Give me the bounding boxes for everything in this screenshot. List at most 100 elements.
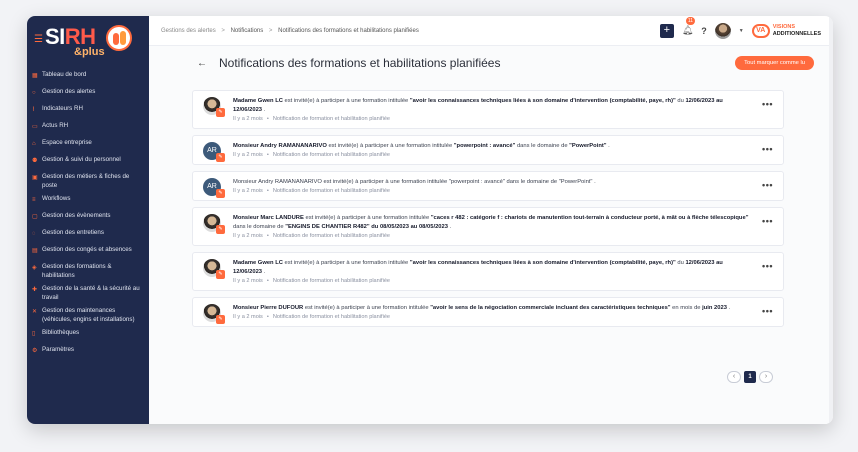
sidebar-item[interactable]: ⚙ Paramètres <box>27 344 149 361</box>
notification-card[interactable]: ✎ Monsieur Pierre DUFOUR est invité(e) à … <box>192 296 784 327</box>
logo-people-icon <box>106 25 132 51</box>
training-domain: "ENGINS DE CHANTIER R482" <box>285 223 370 230</box>
sidebar-item[interactable]: ◌ Gestion des entretiens <box>27 227 149 244</box>
notification-card[interactable]: ✎ Madame Gwen LC est invité(e) à particip… <box>192 90 784 129</box>
notification-type: Notification de formation et habilitatio… <box>272 115 391 122</box>
sidebar-item[interactable]: ✚ Gestion de la santé & la sécurité au tr… <box>27 283 149 305</box>
notification-card[interactable]: ✎ Madame Gwen LC est invité(e) à particip… <box>192 251 784 291</box>
message-text: . <box>606 142 610 149</box>
message-text: du <box>675 259 686 266</box>
sidebar-item[interactable]: ⌂ Espace entreprise <box>27 137 149 154</box>
notification-meta: Il y a 2 mois • Notification de formation … <box>233 314 753 320</box>
more-options-icon[interactable]: ••• <box>762 261 773 271</box>
employee-name: Madame Gwen LC <box>233 259 283 266</box>
sidebar-item-label: Gestion des maintenances (véhicules, eng… <box>42 306 135 323</box>
notification-meta: Il y a 2 mois • Notification de formation … <box>233 188 753 194</box>
notification-type: Notification de formation et habilitatio… <box>272 277 391 284</box>
mark-all-read-button[interactable]: Tout marquer comme lu <box>735 56 814 70</box>
notification-card[interactable]: ✎ Monsieur Marc LANDURE est invité(e) à p… <box>192 206 784 246</box>
training-badge-icon: ✎ <box>216 224 225 234</box>
sidebar-item-label: Gestion des alertes <box>42 88 96 95</box>
topbar-actions: + 🔔︎ 11 ? ▼ VA VISIONS ADDITIONNELLES <box>659 17 833 39</box>
training-title: "avoir les connaissances techniques liée… <box>409 98 676 104</box>
user-avatar[interactable] <box>714 22 731 39</box>
notification-card[interactable]: AR ✎ Monsieur Andry RAMANANARIVO est invit… <box>192 134 784 165</box>
app-window: ☰ SIRH &plus ▦ Tableau de bord ○ Gestion de… <box>27 16 833 424</box>
message-text: dans le domaine de <box>515 142 570 149</box>
breadcrumb-item-current: Notifications des formations et habilita… <box>278 27 419 34</box>
sidebar-item-label: Tableau de bord <box>42 71 87 78</box>
training-title: "avoir les connaissances techniques liée… <box>409 259 676 266</box>
menu-icon[interactable]: ☰ <box>34 34 43 45</box>
sidebar-item[interactable]: ≡ Workflows <box>27 193 149 210</box>
notifications-bell-icon[interactable]: 🔔︎ 11 <box>682 17 696 36</box>
message-text: est invité(e) à participer à une formati… <box>282 98 410 104</box>
separator-dot: • <box>266 232 269 239</box>
sidebar-item[interactable]: ▢ Gestion des évènements <box>27 210 149 227</box>
sidebar-item[interactable]: ▣ Gestion des métiers & fiches de poste <box>27 171 149 193</box>
sidebar-item[interactable]: ○ Gestion des alertes <box>27 86 149 103</box>
notification-time: Il y a 2 mois <box>233 115 263 122</box>
prev-page-button[interactable]: ‹ <box>727 371 741 383</box>
sidebar-item[interactable]: ⌇ Indicateurs RH <box>27 103 149 120</box>
breadcrumb-separator: > <box>221 27 225 34</box>
message-text: . <box>262 106 266 113</box>
employee-name: Monsieur Andry RAMANANARIVO <box>233 178 322 185</box>
notification-meta: Il y a 2 mois • Notification de formation … <box>233 116 753 122</box>
chart-icon: ⌇ <box>32 107 35 113</box>
page-header: ← Notifications des formations et habili… <box>149 46 833 80</box>
sidebar-item[interactable]: ▦ Tableau de bord <box>27 69 149 86</box>
message-text: dans le domaine de <box>233 223 286 230</box>
sidebar-item[interactable]: ⚉ Gestion & suivi du personnel <box>27 154 149 171</box>
next-page-button[interactable]: › <box>759 371 773 383</box>
message-text: dans le domaine de <box>504 178 559 185</box>
logo-plus: &plus <box>74 46 105 58</box>
sidebar-item-label: Workflows <box>42 194 71 202</box>
training-domain: "PowerPoint" <box>558 178 593 185</box>
notification-type: Notification de formation et habilitatio… <box>272 151 391 158</box>
workflow-icon: ≡ <box>32 196 36 203</box>
notification-list: ✎ Madame Gwen LC est invité(e) à particip… <box>192 90 784 333</box>
notification-time: Il y a 2 mois <box>233 187 263 194</box>
sidebar-item[interactable]: ▯ Bibliothèques <box>27 327 149 344</box>
chevron-down-icon[interactable]: ▼ <box>739 28 744 34</box>
add-button[interactable]: + <box>659 23 674 38</box>
notification-type: Notification de formation et habilitatio… <box>272 187 391 194</box>
sidebar-item[interactable]: ✕ Gestion des maintenances (véhicules, en… <box>27 305 149 327</box>
notification-count-badge: 11 <box>685 17 696 25</box>
notification-type: Notification de formation et habilitatio… <box>272 313 391 320</box>
sidebar-item-label: Gestion des entretiens <box>42 228 104 236</box>
sidebar-item[interactable]: ◈ Gestion des formations & habilitations <box>27 261 149 283</box>
breadcrumb-item-alerts[interactable]: Gestions des alertes <box>161 28 216 34</box>
brand-logo: VA VISIONS ADDITIONNELLES <box>751 23 821 38</box>
more-options-icon[interactable]: ••• <box>762 180 773 190</box>
more-options-icon[interactable]: ••• <box>762 144 773 154</box>
building-icon: ⌂ <box>32 141 36 147</box>
training-dates: juin 2023 <box>702 304 727 311</box>
notification-meta: Il y a 2 mois • Notification de formation … <box>233 152 753 158</box>
more-options-icon[interactable]: ••• <box>762 99 773 109</box>
separator-dot: • <box>266 277 269 284</box>
more-options-icon[interactable]: ••• <box>762 216 773 226</box>
sidebar-item[interactable]: ▭ Actus RH <box>27 120 149 137</box>
breadcrumb-item-notifications[interactable]: Notifications <box>231 28 264 34</box>
page-number-current[interactable]: 1 <box>744 371 756 383</box>
back-arrow-icon[interactable]: ← <box>197 58 207 69</box>
training-domain: "PowerPoint" <box>569 142 607 149</box>
notification-message: Monsieur Andry RAMANANARIVO est invité(e… <box>233 142 753 151</box>
notification-message: Monsieur Marc LANDURE est invité(e) à pa… <box>233 214 753 232</box>
briefcase-icon: ▣ <box>32 175 38 181</box>
sidebar-item[interactable]: ▤ Gestion des congés et absences <box>27 244 149 261</box>
topbar: Gestions des alertes > Notifications > N… <box>149 16 833 46</box>
sidebar-item-label: Gestion & suivi du personnel <box>42 156 121 163</box>
scrollbar[interactable] <box>829 16 833 424</box>
notification-card[interactable]: AR ✎ Monsieur Andry RAMANANARIVO est invit… <box>192 170 784 201</box>
training-badge-icon: ✎ <box>216 152 225 162</box>
employee-name: Monsieur Pierre DUFOUR <box>233 304 304 311</box>
notification-message: Monsieur Andry RAMANANARIVO est invité(e… <box>233 178 753 187</box>
notification-time: Il y a 2 mois <box>233 232 263 239</box>
app-logo[interactable]: ☰ SIRH &plus <box>27 16 149 65</box>
help-button[interactable]: ? <box>701 26 707 36</box>
more-options-icon[interactable]: ••• <box>762 306 773 316</box>
message-text: . <box>592 178 596 185</box>
